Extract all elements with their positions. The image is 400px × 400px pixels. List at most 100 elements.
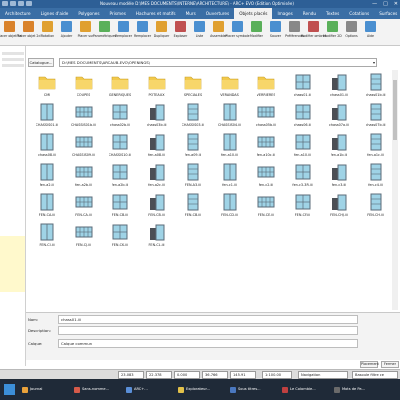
layer-field[interactable]: Calque commun bbox=[58, 339, 358, 348]
catalog-item[interactable]: FEN-CF.iii bbox=[286, 190, 320, 220]
options-button[interactable]: Options bbox=[342, 19, 361, 45]
ajouter-button[interactable]: Ajouter bbox=[57, 19, 76, 45]
taskbar-item[interactable]: Explorateur... bbox=[178, 383, 210, 396]
catalog-item[interactable]: fen-c3.iii bbox=[322, 160, 356, 190]
catalog-item[interactable]: chass03b.iii bbox=[140, 100, 174, 130]
catalog-item[interactable]: CHASSIS01.iii bbox=[30, 100, 64, 130]
remplacer-button[interactable]: Remplacer bbox=[133, 19, 152, 45]
catalog-item[interactable]: fen-a2.iii bbox=[30, 160, 64, 190]
folder-item[interactable]: VERRIERES bbox=[249, 70, 283, 100]
modifier-button[interactable]: Modifier bbox=[247, 19, 266, 45]
mode-select[interactable]: Navigation bbox=[298, 371, 348, 379]
modifier-2d-button[interactable]: Modifier 2D bbox=[323, 19, 342, 45]
chevron-down-icon[interactable]: ▾ bbox=[373, 59, 375, 66]
catalog-item[interactable]: fen-a08.iii bbox=[140, 130, 174, 160]
catalog-item[interactable]: FEN-CB.iii bbox=[176, 190, 210, 220]
catalog-item[interactable]: FEN-CA.iii bbox=[67, 190, 101, 220]
tab-images[interactable]: Images bbox=[272, 8, 297, 19]
tab-cotations[interactable]: Cotations bbox=[344, 8, 374, 19]
scale-select[interactable]: 1:100.00 bbox=[262, 371, 292, 379]
catalog-item[interactable]: fen-a09.iii bbox=[176, 130, 210, 160]
catalog-item[interactable]: CHASSIS01b.iii bbox=[67, 100, 101, 130]
catalog-item[interactable]: chass01.iii bbox=[322, 70, 356, 100]
description-field[interactable] bbox=[58, 326, 358, 335]
grid-scrollbar[interactable] bbox=[392, 70, 398, 310]
folder-item[interactable]: GENERIQUES bbox=[103, 70, 137, 100]
close-button[interactable]: Fermer bbox=[381, 361, 399, 368]
catalog-item[interactable]: FEN-CL.iii bbox=[140, 220, 174, 250]
tab-ouvertures[interactable]: Ouvertures bbox=[201, 8, 234, 19]
quick-access-toolbar[interactable] bbox=[2, 1, 42, 7]
panel-row[interactable] bbox=[2, 64, 24, 67]
tab-lignes-d-aide[interactable]: Lignes d'aide bbox=[36, 8, 74, 19]
catalog-item[interactable]: chass08.iii bbox=[30, 130, 64, 160]
catalog-item[interactable]: CHASSIS04.iii bbox=[213, 100, 247, 130]
modifier-ombres-button[interactable]: Modifier ombres bbox=[301, 19, 326, 45]
panel-row[interactable] bbox=[2, 58, 24, 61]
tab-polygones[interactable]: Polygones bbox=[73, 8, 104, 19]
taskbar-item[interactable]: Mots de Pa... bbox=[334, 383, 365, 396]
folder-item[interactable]: SPECIALES bbox=[176, 70, 210, 100]
scroll-thumb[interactable] bbox=[393, 80, 397, 140]
taskbar-item[interactable]: ARC+... bbox=[126, 383, 148, 396]
catalog-item[interactable]: fen-a2b.iii bbox=[103, 160, 137, 190]
tab-prismes[interactable]: Prismes bbox=[105, 8, 131, 19]
param-triques-button[interactable]: Paramétriques bbox=[93, 19, 116, 45]
tab-rendu[interactable]: Rendu bbox=[298, 8, 321, 19]
liste-button[interactable]: Liste bbox=[190, 19, 209, 45]
catalog-item[interactable]: chass06.iii bbox=[286, 100, 320, 130]
exploser-button[interactable]: Exploser bbox=[171, 19, 190, 45]
catalog-path-field[interactable]: D:\MES DOCUMENTS\ARCAUB-EVO\OPENINGS\ ▾ bbox=[59, 58, 377, 67]
pr-f-rences-button[interactable]: Préférences bbox=[285, 19, 304, 45]
remplacer-button[interactable]: Remplacer bbox=[114, 19, 133, 45]
aide-button[interactable]: Aide bbox=[361, 19, 380, 45]
catalog-item[interactable]: FEN-CB.iii bbox=[140, 190, 174, 220]
folder-item[interactable]: POTEAUX bbox=[140, 70, 174, 100]
tab-objets-plac-s[interactable]: Objets placés bbox=[234, 8, 273, 19]
catalog-item[interactable]: FEN-A3.iii bbox=[176, 160, 210, 190]
catalog-item[interactable]: fen-a1c.iii bbox=[359, 130, 393, 160]
catalog-item[interactable]: fen-c4.iii bbox=[359, 160, 393, 190]
catalog-item[interactable]: chass01.iii bbox=[286, 70, 320, 100]
catalog-item[interactable]: FEN-CI.iii bbox=[30, 220, 64, 250]
tab-surfaces[interactable]: Surfaces bbox=[374, 8, 400, 19]
placer-sur-button[interactable]: Placer sur bbox=[76, 19, 95, 45]
tab-architecture[interactable]: Architecture bbox=[0, 8, 36, 19]
catalog-item[interactable]: FEN-CE.iii bbox=[249, 190, 283, 220]
catalog-item[interactable]: fen-a10c.iii bbox=[249, 130, 283, 160]
catalog-item[interactable]: FEN-CK.iii bbox=[103, 220, 137, 250]
catalog-item[interactable]: chass07b.iii bbox=[359, 100, 393, 130]
catalog-item[interactable]: fen-a10.iii bbox=[286, 130, 320, 160]
catalog-item[interactable]: chass02b.iii bbox=[103, 100, 137, 130]
catalog-item[interactable]: chass01b.iii bbox=[359, 70, 393, 100]
catalog-item[interactable]: fen-a2c.iii bbox=[140, 160, 174, 190]
taskbar-item[interactable]: Le Colombie... bbox=[282, 383, 316, 396]
catalog-button[interactable]: Catalogue... bbox=[28, 58, 54, 67]
maximize-icon[interactable]: □ bbox=[383, 1, 388, 7]
panel-row[interactable] bbox=[2, 52, 24, 55]
sauver-button[interactable]: Sauver bbox=[266, 19, 285, 45]
placer-symbole-button[interactable]: Placer symbole bbox=[225, 19, 250, 45]
catalog-item[interactable]: FEN-CD.iii bbox=[213, 190, 247, 220]
catalog-item[interactable]: FEN-CJ.iii bbox=[67, 220, 101, 250]
catalog-item[interactable]: CHASSIS10.iii bbox=[103, 130, 137, 160]
catalog-item[interactable]: FEN-CHJ.iii bbox=[322, 190, 356, 220]
catalog-item[interactable]: CHASSIS03.iii bbox=[176, 100, 210, 130]
name-field[interactable]: chass01.iii bbox=[58, 315, 358, 324]
catalog-item[interactable]: FEN-CA.iii bbox=[30, 190, 64, 220]
catalog-item[interactable]: fen-a1b.iii bbox=[322, 130, 356, 160]
minimize-icon[interactable]: — bbox=[372, 1, 377, 7]
catalog-item[interactable]: chass05b.iii bbox=[249, 100, 283, 130]
start-icon[interactable] bbox=[4, 384, 15, 395]
catalog-item[interactable]: CHASSIS09.iii bbox=[67, 130, 101, 160]
window-controls[interactable]: — □ ✕ bbox=[372, 1, 398, 7]
catalog-item[interactable]: fen-a10.iii bbox=[213, 130, 247, 160]
catalog-item[interactable]: FEN-CB.iii bbox=[103, 190, 137, 220]
dupliquer-button[interactable]: Dupliquer bbox=[152, 19, 171, 45]
catalog-item[interactable]: fen-a2b.iii bbox=[67, 160, 101, 190]
folder-item[interactable]: VERANDAS bbox=[213, 70, 247, 100]
close-icon[interactable]: ✕ bbox=[394, 1, 398, 7]
place-button[interactable]: Placement bbox=[360, 361, 379, 368]
catalog-item[interactable]: fen-c2.iii bbox=[249, 160, 283, 190]
filter-select[interactable]: Basoule filtre ce bbox=[352, 371, 398, 379]
